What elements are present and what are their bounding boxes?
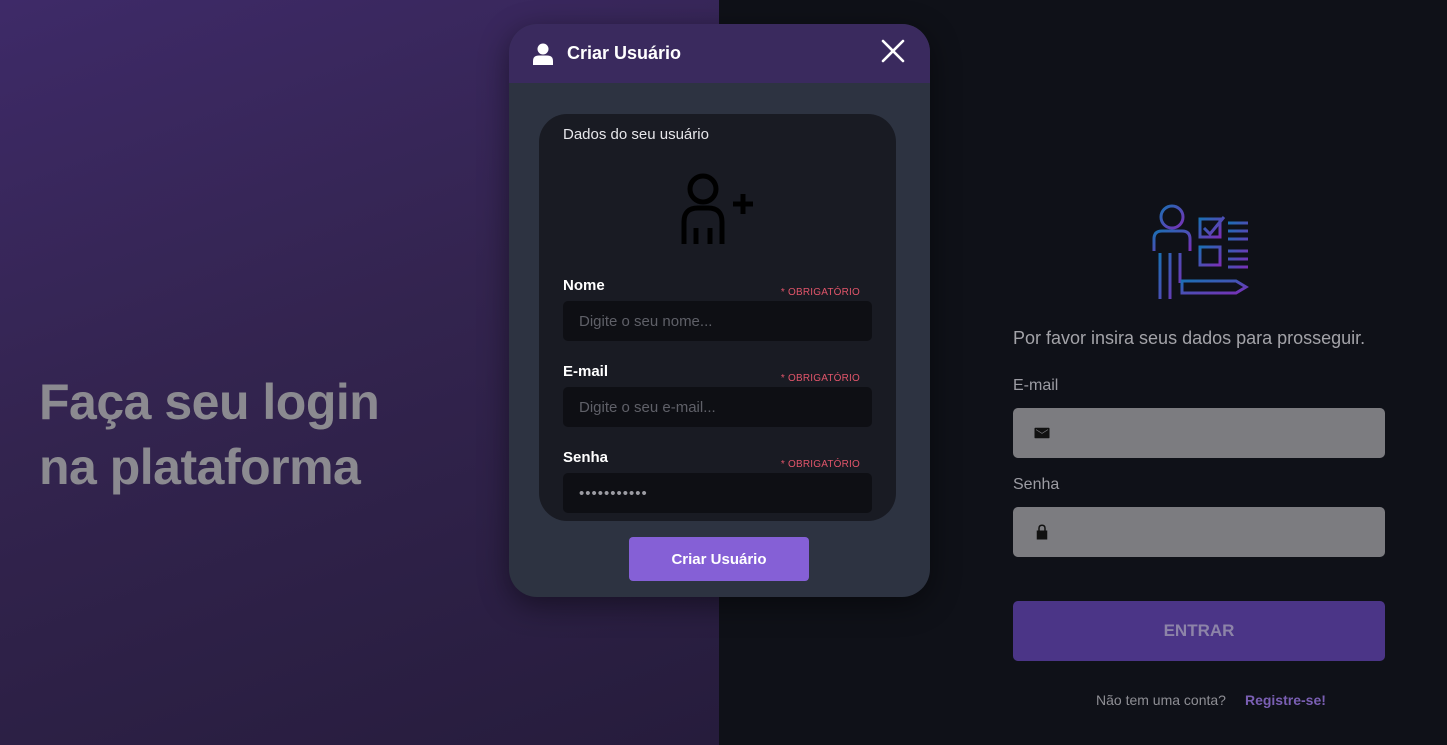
user-icon — [533, 43, 553, 65]
name-input[interactable] — [563, 301, 872, 341]
headline-line-2: na plataforma — [39, 439, 361, 495]
close-icon[interactable] — [880, 38, 906, 64]
password-label: Senha — [1013, 476, 1060, 493]
email-input[interactable] — [1013, 408, 1385, 458]
mail-icon — [1034, 427, 1050, 439]
form-checklist-illustration — [1152, 204, 1249, 299]
register-link[interactable]: Registre-se! — [1245, 692, 1326, 708]
user-data-card: Dados do seu usuário Nome * OBRIGATÓRIO … — [539, 114, 896, 521]
email-field-label: E-mail — [563, 363, 609, 380]
modal-title: Criar Usuário — [567, 43, 682, 63]
name-required: * OBRIGATÓRIO — [780, 287, 860, 298]
lock-icon — [1036, 524, 1048, 540]
password-input[interactable] — [1013, 507, 1385, 557]
enter-button[interactable]: ENTRAR — [1013, 601, 1385, 661]
email-required: * OBRIGATÓRIO — [780, 373, 860, 384]
create-user-modal: Criar Usuário Dados do seu usuário Nome … — [509, 24, 930, 597]
headline-line-1: Faça seu login — [39, 374, 380, 430]
create-user-button[interactable]: Criar Usuário — [629, 537, 809, 581]
email-label: E-mail — [1013, 377, 1059, 394]
register-row: Não tem uma conta? Registre-se! — [1096, 692, 1326, 708]
card-title: Dados do seu usuário — [563, 126, 709, 143]
page-headline: Faça seu login na plataforma — [39, 370, 380, 500]
user-add-icon — [681, 173, 753, 244]
password-required: * OBRIGATÓRIO — [780, 459, 860, 470]
password-field-label: Senha — [563, 449, 609, 466]
email-field[interactable] — [563, 387, 872, 427]
password-field[interactable] — [563, 473, 872, 513]
modal-header: Criar Usuário — [509, 24, 930, 83]
register-question: Não tem uma conta? — [1096, 692, 1226, 708]
login-prompt: Por favor insira seus dados para prosseg… — [1013, 328, 1366, 348]
name-label: Nome — [563, 277, 605, 294]
